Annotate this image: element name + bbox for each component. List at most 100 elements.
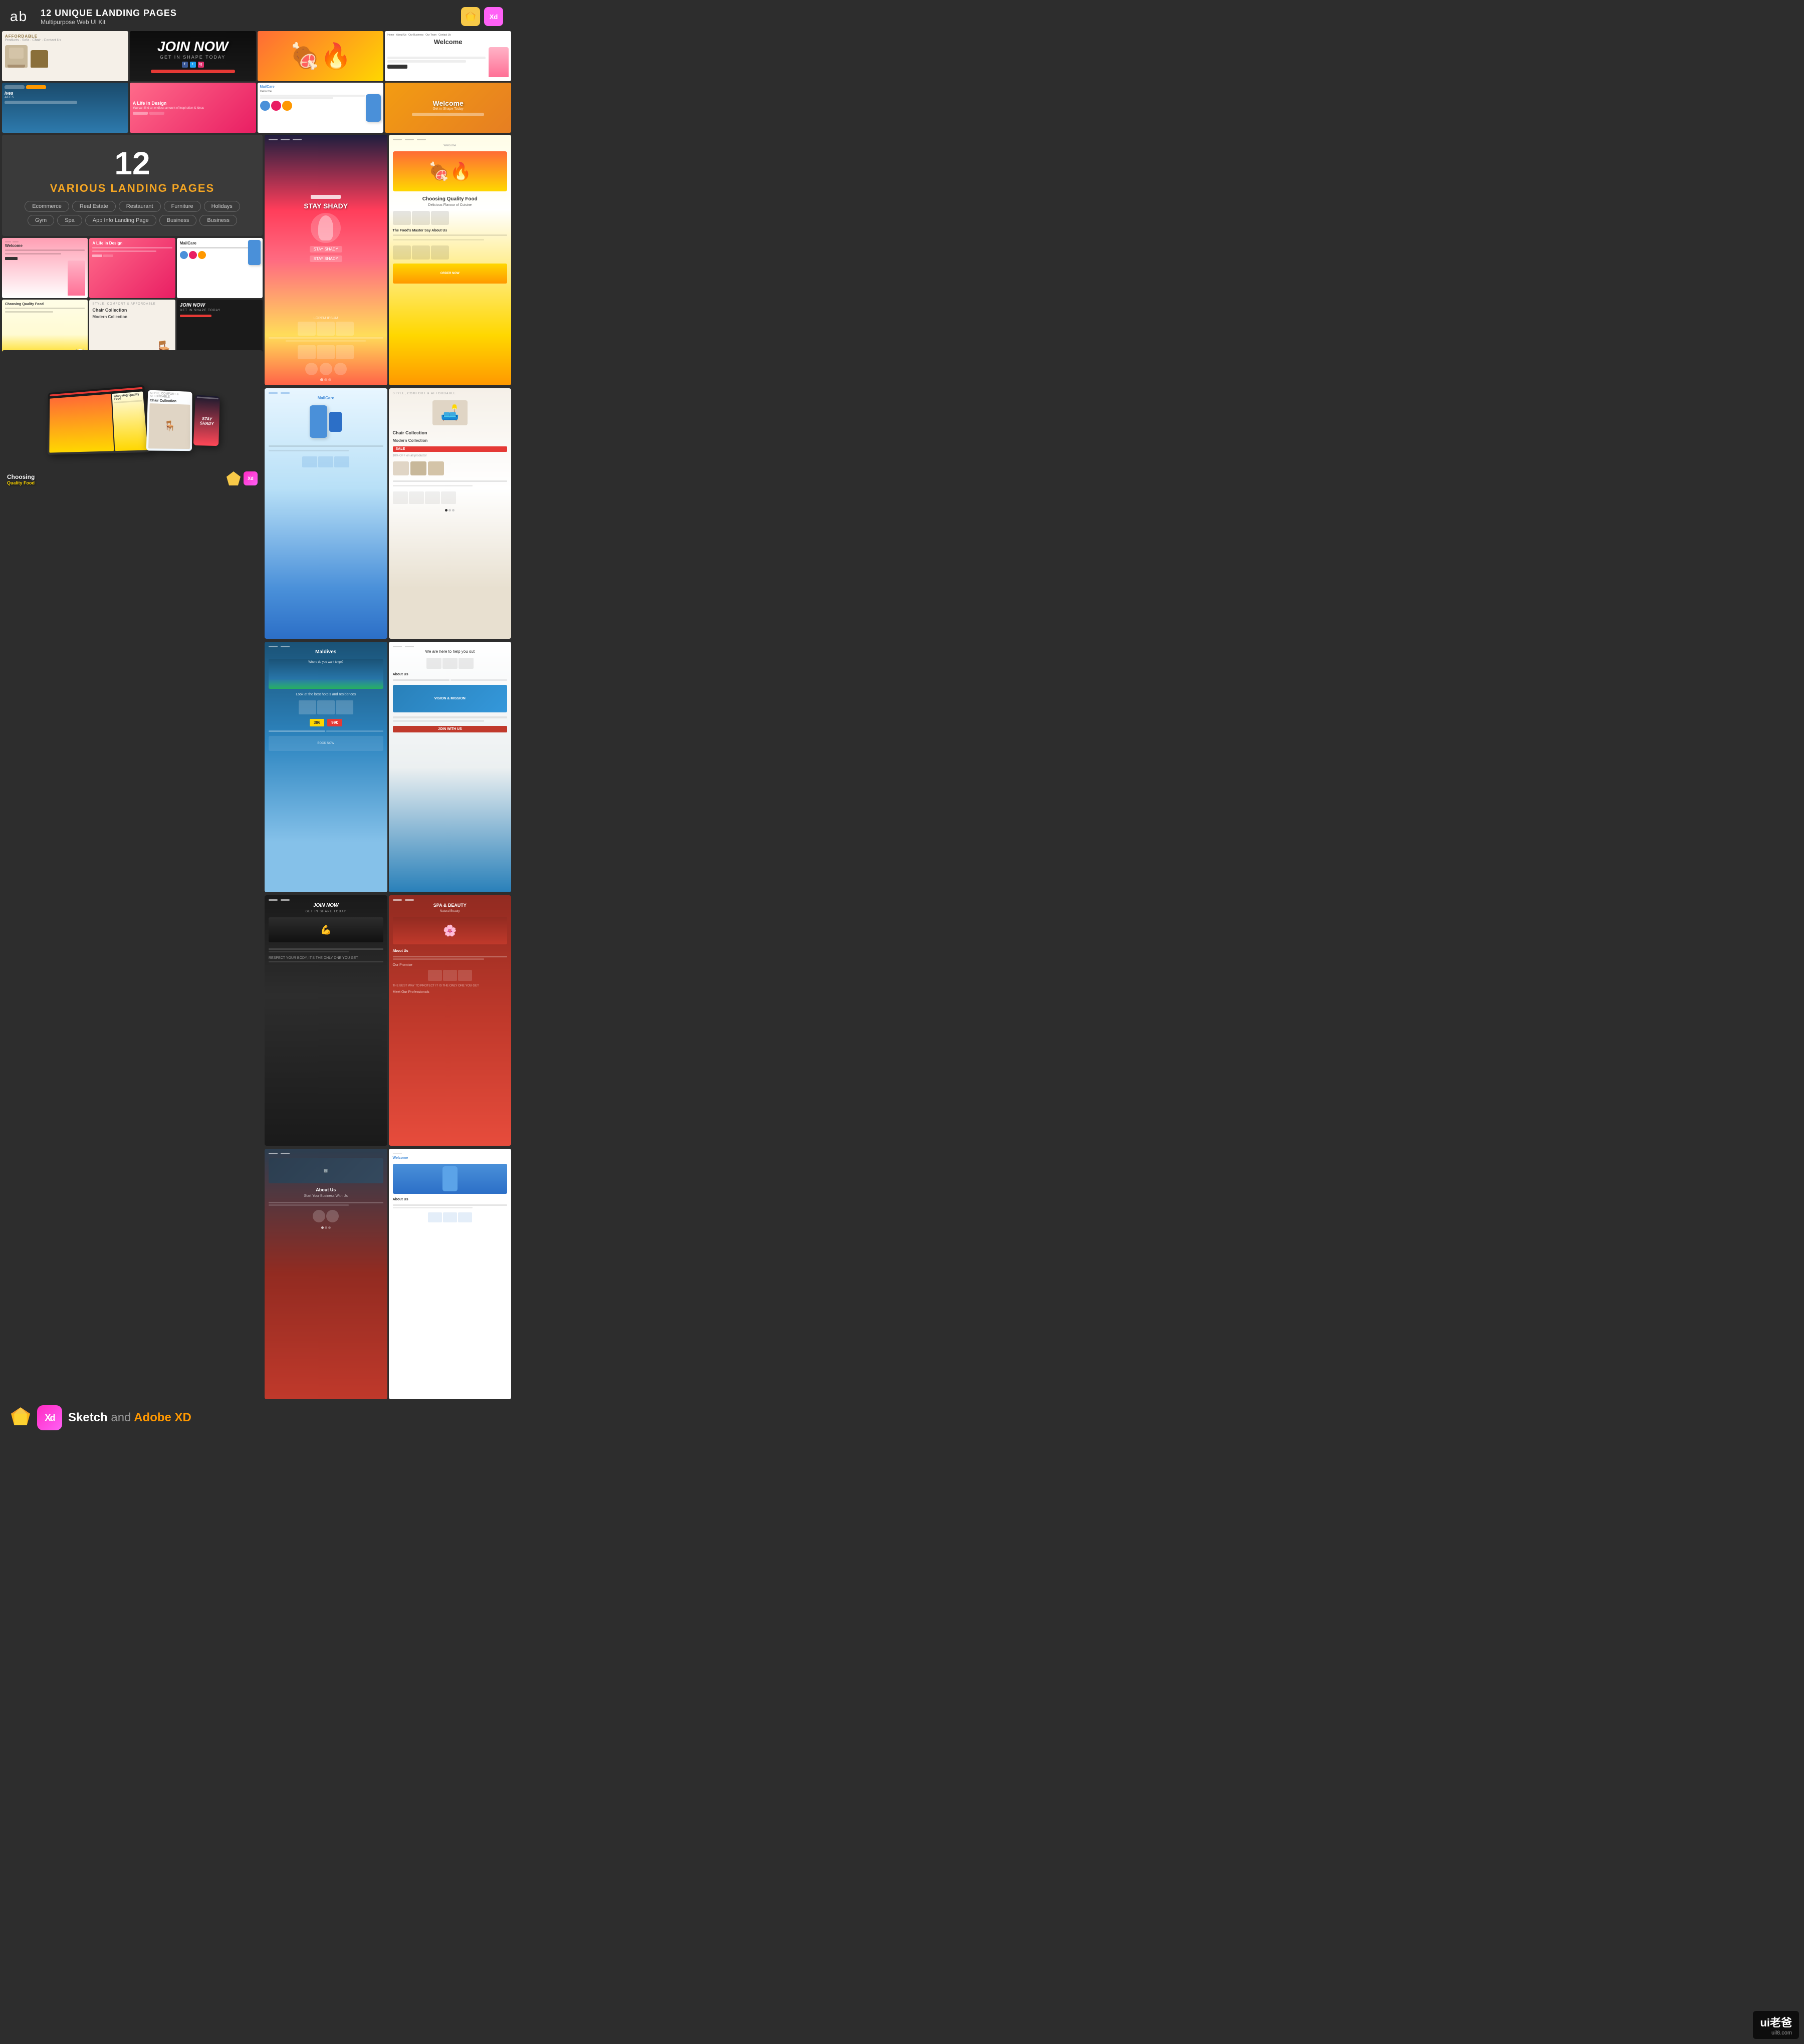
- app-about-nav: [393, 1153, 508, 1154]
- about-us-text: About Us: [269, 1187, 383, 1192]
- food-lp-card: Welcome 🍖🔥 Choosing Quality Food Delicio…: [389, 135, 512, 385]
- app-lp-card: MailCare: [265, 388, 387, 639]
- tag-holidays[interactable]: Holidays: [204, 201, 240, 212]
- tag-spa[interactable]: Spa: [57, 215, 82, 226]
- bottom-bar: Xd Sketch and Adobe XD: [0, 1401, 513, 1434]
- about-nav: [269, 1153, 383, 1154]
- number-section: 12 VARIOUS LANDING PAGES Ecommerce Real …: [2, 135, 263, 236]
- page-wrapper: ab 12 UNIQUE LANDING PAGES Multipurpose …: [0, 0, 513, 1434]
- travel-desc: Look at the best hotels and residences: [269, 693, 383, 696]
- join-now-subtitle: GET IN SHAPE TODAY: [160, 55, 225, 60]
- food-cta-banner: ORDER NOW: [393, 264, 508, 284]
- tag-ecommerce[interactable]: Ecommerce: [25, 201, 69, 212]
- app-about-img: [393, 1164, 508, 1194]
- we-are-here: We are here to help you out: [393, 649, 508, 654]
- about-start-biz: Start Your Business With Us: [269, 1194, 383, 1198]
- tool-icons-group: Xd: [461, 7, 503, 26]
- right-two-col-4: JOIN NOW GET IN SHAPE TODAY 💪 RESPECT YO…: [265, 895, 511, 1146]
- chair-collection-label: Chair Collection: [393, 430, 508, 435]
- app-nav: [269, 392, 383, 394]
- watermark-site: uil8.com: [1771, 2030, 1792, 2036]
- spa-nav: [393, 899, 508, 901]
- sale-sub: 10% OFF on all products!: [393, 454, 508, 457]
- mini-design: A Life in Design: [89, 238, 175, 298]
- tag-appinfo[interactable]: App Info Landing Page: [85, 215, 156, 226]
- right-two-col-3: Maldives Where do you want to go? Look a…: [265, 642, 511, 892]
- main-title: 12 UNIQUE LANDING PAGES: [41, 8, 177, 19]
- watermark: ui老爸 uil8.com: [1753, 2011, 1799, 2039]
- business-lp-card: We are here to help you out About Us VIS…: [389, 642, 512, 892]
- design-sub-text: You can find an endless amount of inspir…: [133, 107, 204, 110]
- modern-collection-label: Modern Collection: [393, 438, 508, 443]
- tw-icon: t: [190, 62, 196, 68]
- tag-business2[interactable]: Business: [199, 215, 237, 226]
- join-with-us: JOIN WITH US: [393, 726, 508, 732]
- sketch-icon: [461, 7, 480, 26]
- furniture-style-label: STYLE, COMFORT & AFFORDABLE: [393, 392, 508, 395]
- stay-shady-badge2: STAY SHADY: [310, 256, 342, 262]
- price-99: 99€: [327, 719, 342, 726]
- left-column: 12 VARIOUS LANDING PAGES Ecommerce Real …: [2, 135, 263, 1399]
- affordable-label: AFFORDABLE: [5, 34, 125, 39]
- hello-the: Hello the: [260, 90, 381, 93]
- fitness-content: LOREM IPSUM: [269, 317, 383, 381]
- tag-restaurant[interactable]: Restaurant: [119, 201, 161, 212]
- gym-nav: [269, 899, 383, 901]
- choosing-quality-food-title: Choosing Quality Food: [393, 196, 508, 202]
- second-preview-row: ives ACES A Life in Design You can find …: [0, 83, 513, 133]
- gym-fist: 💪: [269, 917, 383, 942]
- lorem-ipsum: LOREM IPSUM: [269, 317, 383, 320]
- spa-lp-card: SPA & BEAUTY Natural Beauty 🌸 About Us O…: [389, 895, 512, 1146]
- iso-section: Choosing Quality Food STYLE, COMFORT & A…: [2, 350, 263, 490]
- spa-about: About Us: [393, 949, 508, 953]
- xd-icon: Xd: [484, 7, 503, 26]
- header: ab 12 UNIQUE LANDING PAGES Multipurpose …: [0, 0, 513, 31]
- app-about-us-text: About Us: [393, 1198, 508, 1201]
- bottom-label: Sketch and Adobe XD: [68, 1411, 191, 1425]
- lives-text: ives: [5, 91, 126, 96]
- aces-text: ACES: [5, 96, 126, 99]
- iso-choosing-text: Choosing: [7, 473, 35, 480]
- tag-realestate[interactable]: Real Estate: [72, 201, 116, 212]
- app-about-card: Welcome About Us: [389, 1149, 512, 1399]
- tag-business1[interactable]: Business: [159, 215, 197, 226]
- travel-lp-card: Maldives Where do you want to go? Look a…: [265, 642, 387, 892]
- fitness-stay-shady: STAY SHADY: [304, 202, 348, 210]
- mailcare-title: MailCare: [260, 85, 381, 89]
- sketch-word: Sketch: [68, 1411, 111, 1424]
- tags-row: Ecommerce Real Estate Restaurant Furnitu…: [12, 201, 253, 226]
- mini-join-title: JOIN NOW: [180, 303, 260, 308]
- fitness-hero: STAY SHADY STAY SHADY STAY SHADY: [269, 142, 383, 315]
- right-two-col-5: 🏢 About Us Start Your Business With Us: [265, 1149, 511, 1399]
- affordable-card: AFFORDABLE Products · Sofa · Chair · Con…: [2, 31, 128, 81]
- chair-nav: Products · Sofa · Chair · Contact Us: [5, 39, 125, 42]
- mini-furniture-title: Chair Collection: [92, 308, 172, 313]
- sketch-logo: [10, 1406, 31, 1430]
- spa-promise: Our Promise: [393, 963, 508, 967]
- design-title-text: A Life in Design: [133, 101, 167, 106]
- right-two-col: STAY SHADY STAY SHADY STAY SHADY LOREM I…: [265, 135, 511, 385]
- spa-flower: 🌸: [393, 917, 508, 944]
- iso-sketch-icon: [227, 471, 241, 485]
- mini-welcome: Welcome: [2, 238, 88, 298]
- ig-icon: ig: [198, 62, 204, 68]
- business-about-us: About Us: [393, 673, 508, 676]
- iso-overlay-logo: Xd: [227, 471, 258, 485]
- maldives-title-text: Maldives: [269, 649, 383, 655]
- mini-girl: [68, 261, 85, 296]
- gym-join-now: JOIN NOW: [269, 903, 383, 908]
- tag-gym[interactable]: Gym: [28, 215, 54, 226]
- various-title: VARIOUS LANDING PAGES: [12, 182, 253, 195]
- food-welcome-text: Welcome: [395, 144, 506, 147]
- iso-overlay-text: Choosing Quality Food: [7, 473, 35, 485]
- chair-graphic: [5, 45, 28, 68]
- tag-furniture[interactable]: Furniture: [164, 201, 201, 212]
- welcome-nav: HomeAbout UsOur BusinessOur TeamContact …: [387, 34, 509, 37]
- right-column: STAY SHADY STAY SHADY STAY SHADY LOREM I…: [265, 135, 511, 1399]
- top-preview-row: AFFORDABLE Products · Sofa · Chair · Con…: [0, 31, 513, 81]
- iso-inner: Choosing Quality Food STYLE, COMFORT & A…: [2, 350, 263, 490]
- sale-badge: SALE: [393, 446, 508, 452]
- welcome-preview: HomeAbout UsOur BusinessOur TeamContact …: [385, 31, 511, 81]
- food-fire-display: 🍖🔥: [393, 151, 508, 191]
- right-two-col-2: MailCare: [265, 388, 511, 639]
